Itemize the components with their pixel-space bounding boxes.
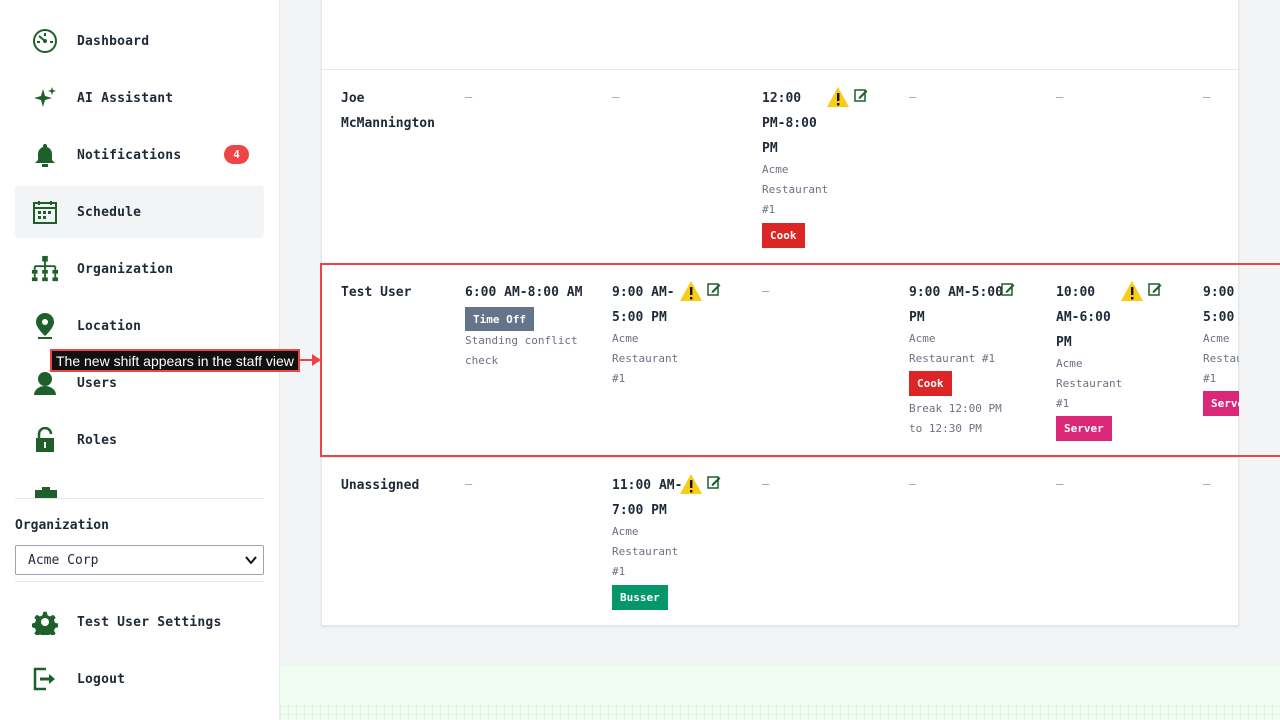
sidebar-item-dashboard[interactable]: Dashboard: [15, 15, 264, 67]
warning-icon: [680, 474, 702, 494]
empty-cell-dash: –: [612, 90, 620, 104]
sidebar-divider: [15, 498, 264, 499]
empty-cell-dash: –: [465, 477, 473, 491]
highlight-box: [320, 263, 1280, 457]
sidebar-item-label: Notifications: [77, 147, 182, 163]
sidebar-item-organization[interactable]: Organization: [15, 243, 264, 295]
logout-label: Logout: [77, 671, 126, 687]
edit-icon[interactable]: [854, 88, 868, 102]
role-badge-cook: Cook: [762, 223, 805, 248]
empty-cell-dash: –: [1203, 90, 1211, 104]
annotation-tooltip: The new shift appears in the staff view: [50, 349, 300, 372]
row-divider: [321, 69, 1239, 70]
sparkle-icon: [31, 84, 59, 112]
chevron-down-icon: [245, 553, 257, 570]
empty-cell-dash: –: [1056, 477, 1064, 491]
logout-link[interactable]: Logout: [15, 653, 264, 705]
organization-label: Organization: [15, 518, 109, 533]
briefcase-icon: [34, 486, 58, 498]
settings-link[interactable]: Test User Settings: [15, 596, 264, 648]
staff-name: Joe McMannington: [341, 91, 435, 131]
staff-name: Unassigned: [341, 478, 420, 493]
sidebar-item-location[interactable]: Location: [15, 300, 264, 352]
sidebar-item-notifications[interactable]: Notifications 4: [15, 129, 264, 181]
sidebar-divider: [15, 581, 264, 582]
sidebar-item-label: Users: [77, 375, 118, 391]
notification-count-badge: 4: [224, 145, 249, 164]
organization-select[interactable]: Acme Corp: [15, 545, 264, 575]
lock-icon: [31, 426, 59, 454]
sidebar-item-label: AI Assistant: [77, 90, 174, 106]
shift-time: 12:00 PM-8:00 PM: [762, 91, 817, 156]
sidebar-item-label: Dashboard: [77, 33, 150, 49]
row-divider: [321, 457, 1239, 458]
location-pin-icon: [31, 312, 59, 340]
annotation-arrow-head: [312, 354, 321, 366]
empty-cell-dash: –: [762, 477, 770, 491]
dashboard-icon: [31, 27, 59, 55]
shift-location: Acme Restaurant #1: [612, 525, 679, 578]
sidebar-item-label: Roles: [77, 432, 118, 448]
organization-selected-value: Acme Corp: [28, 552, 99, 568]
sidebar-item-roles[interactable]: Roles: [15, 414, 264, 466]
sidebar-item-label: Schedule: [77, 204, 142, 220]
sidebar-item-label: Organization: [77, 261, 174, 277]
shift-time: 11:00 AM- 7:00 PM: [612, 478, 683, 518]
sidebar-item-ai-assistant[interactable]: AI Assistant: [15, 72, 264, 124]
user-icon: [31, 369, 59, 397]
empty-cell-dash: –: [1056, 90, 1064, 104]
empty-cell-dash: –: [1203, 477, 1211, 491]
sidebar-item-label: Location: [77, 318, 142, 334]
logout-icon: [31, 665, 59, 693]
settings-label: Test User Settings: [77, 614, 222, 630]
sidebar-item-schedule[interactable]: Schedule: [15, 186, 264, 238]
bell-icon: [31, 141, 59, 169]
empty-cell-dash: –: [909, 90, 917, 104]
shift-location: Acme Restaurant #1: [762, 163, 829, 216]
org-chart-icon: [31, 255, 59, 283]
empty-cell-dash: –: [465, 90, 473, 104]
footer-strip: [280, 666, 1280, 720]
role-badge-busser: Busser: [612, 585, 668, 610]
calendar-icon: [31, 198, 59, 226]
empty-cell-dash: –: [909, 477, 917, 491]
warning-icon: [827, 87, 849, 107]
gear-icon: [31, 608, 59, 636]
edit-icon[interactable]: [707, 475, 721, 489]
